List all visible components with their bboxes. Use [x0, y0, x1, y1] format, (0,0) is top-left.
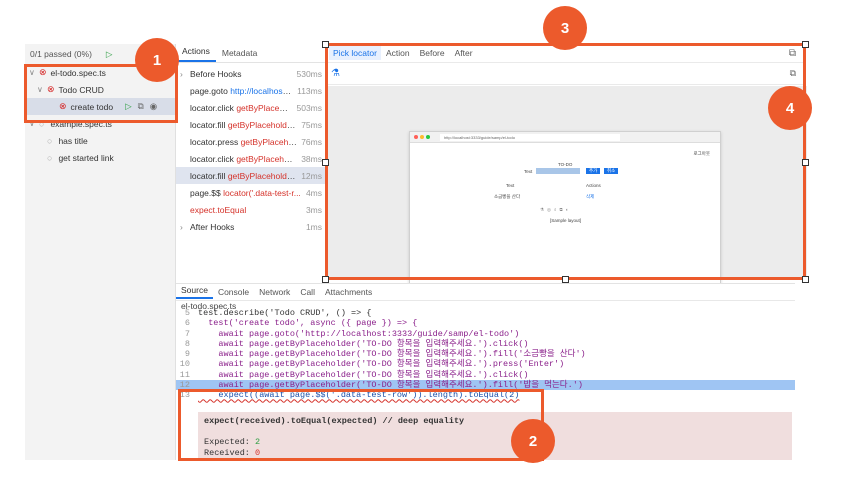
action-arg: http://localhost:...	[230, 85, 294, 96]
action-name: Before Hooks	[190, 68, 242, 79]
code-line: await page.getByPlaceholder('TO-DO 항목을 입…	[198, 349, 586, 360]
actions-panel: Actions Metadata › Before Hooks 530ms page…	[176, 44, 326, 280]
line-number: 7	[184, 328, 190, 339]
action-row[interactable]: › Before Hooks 530ms	[176, 65, 326, 82]
tab-metadata[interactable]: Metadata	[216, 48, 263, 62]
resize-handle[interactable]	[802, 276, 809, 283]
action-duration: 75ms	[301, 119, 322, 130]
resize-handle[interactable]	[322, 41, 329, 48]
action-duration: 76ms	[301, 136, 322, 147]
code-line: test('create todo', async ({ page }) => …	[198, 318, 418, 329]
line-number: 10	[179, 359, 190, 370]
tab-source[interactable]: Source	[176, 285, 213, 299]
action-row[interactable]: locator.click getByPlaceho... 503ms	[176, 99, 326, 116]
action-arg: getByPlaceholder...	[227, 119, 298, 130]
run-all-icon[interactable]: ▷	[106, 49, 113, 60]
code-line: await page.getByPlaceholder('TO-DO 항목을 입…	[198, 369, 529, 380]
action-duration: 1ms	[305, 221, 322, 232]
action-name: locator.click	[190, 102, 234, 113]
action-row[interactable]: locator.press getByPlacehol... 76ms	[176, 133, 326, 150]
tree-item-label: get started link	[58, 152, 114, 163]
action-row[interactable]: locator.click getByPlacehol... 38ms	[176, 150, 326, 167]
chevron-right-icon: ›	[180, 68, 183, 79]
action-name: page.$$	[190, 187, 221, 198]
action-arg: getByPlaceholder...	[227, 170, 298, 181]
line-number: 6	[184, 318, 190, 329]
action-duration: 113ms	[297, 85, 322, 96]
resize-handle[interactable]	[802, 159, 809, 166]
callout-badge-2: 2	[511, 419, 555, 463]
summary-text: 0/1 passed (0%)	[30, 49, 92, 59]
action-arg: locator('.data-test-r...	[223, 187, 301, 198]
callout-badge-1: 1	[135, 38, 179, 82]
source-code: 5 test.describe('Todo CRUD', () => { 6 te…	[176, 308, 795, 401]
tree-item-get-started[interactable]: ○ get started link	[25, 149, 175, 166]
action-name: locator.press	[190, 136, 239, 147]
action-name: expect.toEqual	[190, 204, 247, 215]
line-number: 11	[179, 369, 190, 380]
tree-item-label: has title	[58, 135, 88, 146]
tab-actions[interactable]: Actions	[176, 46, 216, 62]
code-line: await page.goto('http://localhost:3333/g…	[198, 328, 520, 339]
callout-box-2	[178, 389, 544, 461]
action-duration: 530ms	[296, 68, 322, 79]
action-arg: getByPlacehol...	[240, 136, 298, 147]
action-duration: 4ms	[305, 187, 322, 198]
action-row-error[interactable]: expect.toEqual 3ms	[176, 201, 326, 218]
resize-handle[interactable]	[802, 41, 809, 48]
tab-console[interactable]: Console	[213, 287, 254, 297]
callout-box-3	[325, 43, 806, 280]
callout-badge-3: 3	[543, 6, 587, 50]
code-line: await page.getByPlaceholder('TO-DO 항목을 입…	[198, 338, 529, 349]
line-number: 5	[184, 308, 190, 318]
tab-call[interactable]: Call	[295, 287, 320, 297]
tab-attachments[interactable]: Attachments	[320, 287, 377, 297]
action-arg: getByPlaceho...	[236, 102, 293, 113]
resize-handle[interactable]	[562, 276, 569, 283]
code-line: await page.getByPlaceholder('TO-DO 항목을 입…	[198, 359, 565, 370]
action-duration: 3ms	[305, 204, 322, 215]
action-duration: 38ms	[301, 153, 322, 164]
resize-handle[interactable]	[322, 159, 329, 166]
action-name: locator.fill	[190, 119, 226, 130]
action-name: page.goto	[190, 85, 228, 96]
circle-icon: ○	[47, 152, 53, 163]
action-row[interactable]: page.$$ locator('.data-test-r... 4ms	[176, 184, 326, 201]
callout-badge-4: 4	[768, 86, 812, 130]
action-row[interactable]: › After Hooks 1ms	[176, 218, 326, 235]
action-duration: 503ms	[296, 102, 322, 113]
action-name: After Hooks	[190, 221, 235, 232]
tab-network[interactable]: Network	[254, 287, 295, 297]
action-duration: 12ms	[301, 170, 322, 181]
action-row-selected[interactable]: locator.fill getByPlaceholder... 12ms	[176, 167, 326, 184]
action-name: locator.click	[190, 153, 234, 164]
action-row[interactable]: page.goto http://localhost:... 113ms	[176, 82, 326, 99]
circle-icon: ○	[47, 135, 53, 146]
code-line: test.describe('Todo CRUD', () => {	[198, 308, 372, 318]
line-number: 9	[184, 349, 190, 360]
action-name: locator.fill	[190, 170, 226, 181]
action-arg: getByPlacehol...	[236, 153, 298, 164]
chevron-right-icon: ›	[180, 221, 183, 232]
line-number: 8	[184, 338, 190, 349]
action-row[interactable]: locator.fill getByPlaceholder... 75ms	[176, 116, 326, 133]
resize-handle[interactable]	[322, 276, 329, 283]
tree-item-has-title[interactable]: ○ has title	[25, 132, 175, 149]
